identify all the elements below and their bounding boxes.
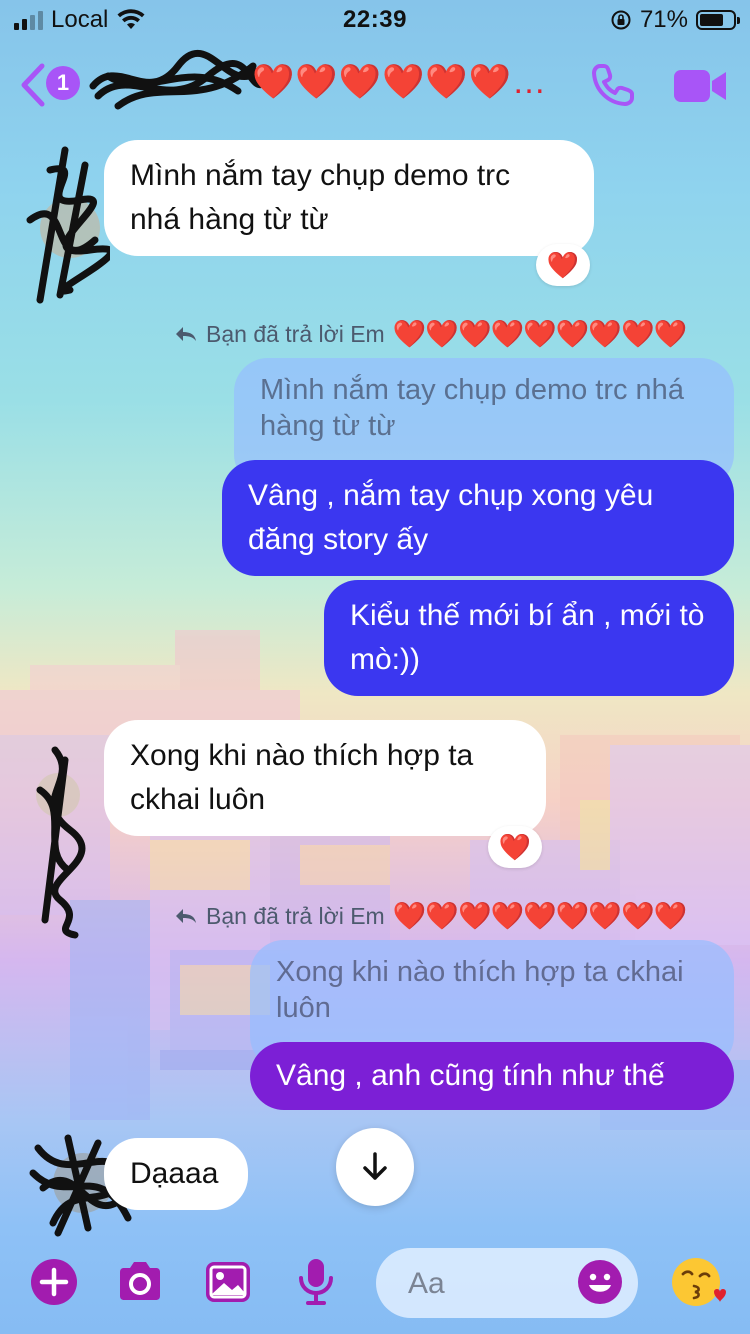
quoted-text: Mình nắm tay chụp demo trc nhá hàng từ t… xyxy=(260,374,684,442)
conversation-header: 1 ❤️❤️❤️❤️❤️❤️… xyxy=(0,44,750,130)
image-icon[interactable] xyxy=(202,1256,254,1308)
avatar[interactable] xyxy=(20,740,90,940)
avatar[interactable] xyxy=(10,130,110,310)
message-outgoing[interactable]: Vâng , anh cũng tính như thế xyxy=(250,1042,734,1110)
reply-note: Bạn đã trả lời Em ❤️❤️❤️❤️❤️❤️❤️❤️❤️ xyxy=(174,318,688,350)
heart-icon: ❤️ xyxy=(546,249,580,280)
microphone-icon[interactable] xyxy=(290,1256,342,1308)
message-incoming[interactable]: Dạaaa xyxy=(104,1138,248,1210)
message-text: Mình nắm tay chụp demo trc nhá hàng từ t… xyxy=(130,159,511,236)
reply-note-text: Bạn đã trả lời Em xyxy=(206,320,385,347)
redacted-scribble xyxy=(89,49,267,110)
unread-badge[interactable]: 1 xyxy=(46,66,80,100)
scroll-to-bottom-button[interactable] xyxy=(336,1128,414,1206)
reply-note-hearts: ❤️❤️❤️❤️❤️❤️❤️❤️❤️ xyxy=(392,319,688,349)
message-incoming[interactable]: Mình nắm tay chụp demo trc nhá hàng từ t… xyxy=(104,140,594,256)
message-text: Vâng , anh cũng tính như thế xyxy=(276,1059,665,1092)
message-input-field[interactable] xyxy=(376,1248,638,1320)
heart-icon: ❤️ xyxy=(498,831,532,862)
message-text: Kiểu thế mới bí ẩn , mới tò mò:)) xyxy=(350,599,705,676)
heart-reaction[interactable]: ❤️ xyxy=(536,244,590,286)
reply-note-text: Bạn đã trả lời Em xyxy=(206,902,385,929)
message-text: Vâng , nắm tay chụp xong yêu đăng story … xyxy=(248,479,654,556)
video-camera-icon[interactable] xyxy=(672,64,728,108)
message-incoming[interactable]: Xong khi nào thích hợp ta ckhai luôn xyxy=(104,720,546,836)
battery-percent: 71% xyxy=(639,6,688,33)
status-bar: Local 22:39 71% xyxy=(0,0,750,42)
arrow-down-icon xyxy=(363,1152,387,1180)
message-composer xyxy=(0,1240,750,1334)
message-outgoing[interactable]: Vâng , nắm tay chụp xong yêu đăng story … xyxy=(222,460,734,576)
message-input[interactable] xyxy=(406,1248,580,1320)
contact-name[interactable]: ❤️❤️❤️❤️❤️❤️… xyxy=(252,62,547,102)
orientation-lock-icon xyxy=(611,10,631,30)
message-text: Dạaaa xyxy=(130,1157,219,1190)
message-outgoing[interactable]: Kiểu thế mới bí ẩn , mới tò mò:)) xyxy=(324,580,734,696)
phone-icon[interactable] xyxy=(588,60,638,110)
battery-icon xyxy=(696,10,740,30)
reply-note: Bạn đã trả lời Em ❤️❤️❤️❤️❤️❤️❤️❤️❤️ xyxy=(174,900,688,932)
reply-arrow-icon xyxy=(176,909,196,923)
camera-icon[interactable] xyxy=(114,1256,166,1308)
heart-reaction[interactable]: ❤️ xyxy=(488,826,542,868)
status-right: 71% xyxy=(610,6,740,34)
quoted-text: Xong khi nào thích hợp ta ckhai luôn xyxy=(276,956,684,1024)
emoji-icon[interactable] xyxy=(576,1258,624,1306)
reply-arrow-icon xyxy=(176,327,196,341)
chat-screen: Local 22:39 71% 1 ❤️❤️❤️❤️❤️❤️… Mình nắm… xyxy=(0,0,750,1334)
message-text: Xong khi nào thích hợp ta ckhai luôn xyxy=(130,739,474,816)
reply-note-hearts: ❤️❤️❤️❤️❤️❤️❤️❤️❤️ xyxy=(392,901,688,931)
plus-icon[interactable] xyxy=(28,1256,80,1308)
kissing-face-icon[interactable] xyxy=(670,1254,726,1310)
chevron-left-icon[interactable] xyxy=(14,60,50,110)
